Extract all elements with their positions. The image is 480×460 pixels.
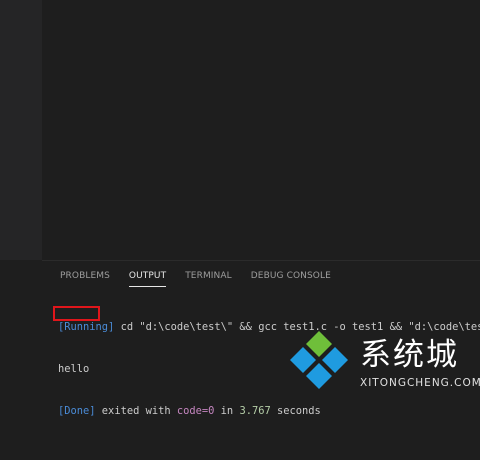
editor-area[interactable]	[42, 0, 480, 260]
watermark-text-cn: 系统城	[360, 337, 459, 373]
done-mid: in	[214, 405, 240, 417]
program-output: hello	[58, 363, 90, 375]
watermark: 系统城 XITONGCHENG.COM	[288, 325, 480, 400]
watermark-logo-icon	[290, 331, 348, 389]
exit-code: code=0	[176, 405, 215, 417]
tab-problems[interactable]: PROBLEMS	[60, 261, 110, 291]
tab-output[interactable]: OUTPUT	[128, 261, 167, 291]
done-suffix: seconds	[270, 405, 321, 417]
activity-bar	[0, 0, 42, 260]
highlight-box	[53, 306, 100, 321]
done-tag: [Done]	[58, 405, 96, 417]
output-line-done: [Done] exited with code=0 in 3.767 secon…	[58, 404, 480, 418]
panel-tabs: PROBLEMS OUTPUT TERMINAL DEBUG CONSOLE	[42, 261, 480, 291]
tab-terminal[interactable]: TERMINAL	[185, 261, 232, 291]
running-tag: [Running]	[58, 321, 115, 333]
done-prefix: exited with	[95, 405, 177, 417]
watermark-text-en: XITONGCHENG.COM	[360, 377, 480, 389]
elapsed-seconds: 3.767	[239, 405, 271, 417]
tab-debug-console[interactable]: DEBUG CONSOLE	[251, 261, 331, 291]
